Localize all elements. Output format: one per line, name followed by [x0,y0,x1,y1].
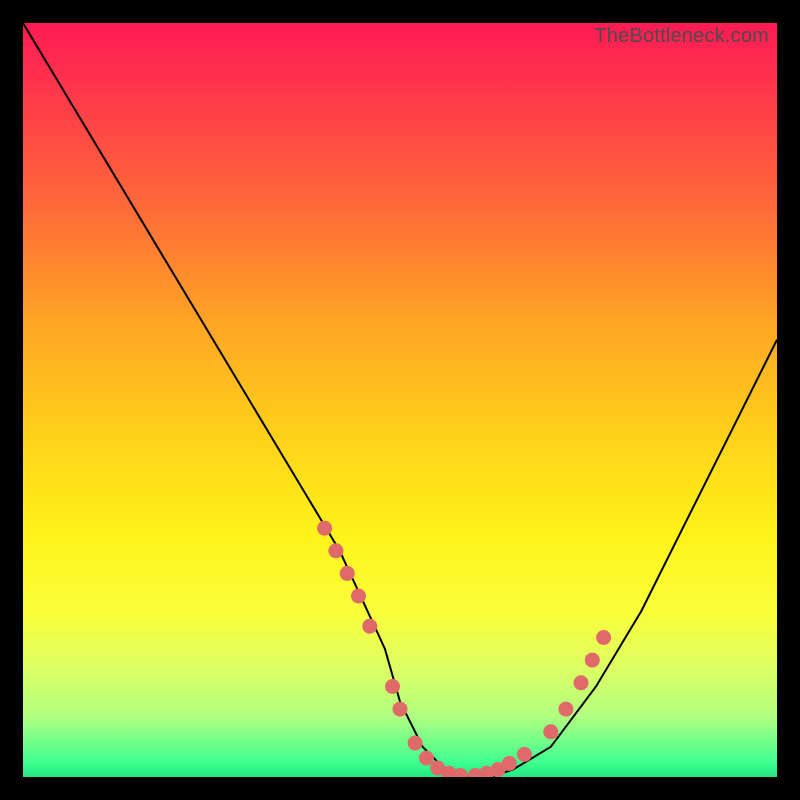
highlight-dot [385,679,400,694]
highlight-dot [351,589,366,604]
highlight-dot [317,521,332,536]
highlight-dot [502,756,517,771]
plot-frame: TheBottleneck.com [23,23,777,777]
highlight-dot [393,702,408,717]
highlight-dot [558,702,573,717]
highlight-dot [596,630,611,645]
highlight-dot [517,747,532,762]
highlight-dot [419,751,434,766]
highlight-dot [408,736,423,751]
highlight-dot [585,653,600,668]
chart-svg [23,23,777,777]
highlight-dot [574,675,589,690]
highlight-dot [340,566,355,581]
highlight-dot [543,724,558,739]
highlight-dot [328,543,343,558]
curve-line [23,23,777,777]
highlight-dot [362,619,377,634]
highlight-dots [317,521,611,777]
